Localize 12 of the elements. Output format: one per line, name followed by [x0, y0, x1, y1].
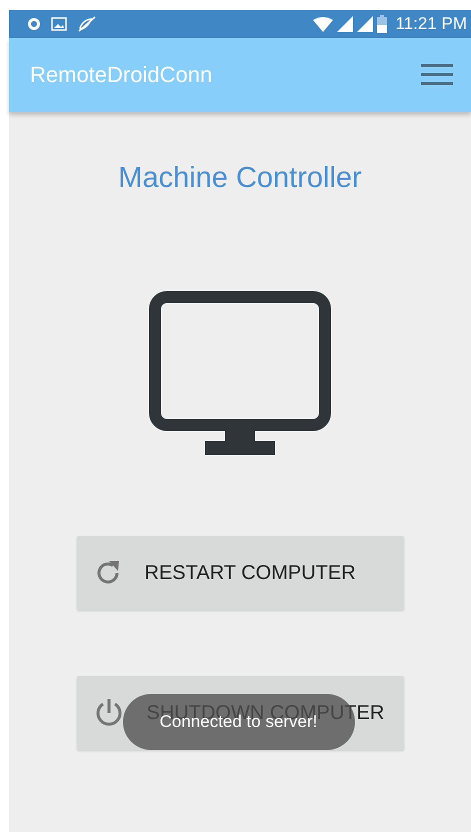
action-button[interactable]: RESTART COMPUTER	[76, 536, 404, 610]
signal-icon	[357, 16, 374, 32]
image-icon	[51, 17, 67, 31]
clock-time: 11:21 PM	[395, 14, 467, 34]
wifi-icon	[313, 16, 334, 32]
page-heading: Machine Controller	[118, 162, 362, 195]
monitor-icon	[149, 291, 331, 458]
battery-icon	[377, 15, 388, 33]
app-title: RemoteDroidConn	[30, 62, 212, 88]
menu-icon[interactable]	[421, 64, 453, 86]
circle-icon	[27, 17, 41, 31]
signal-icon	[337, 16, 354, 32]
